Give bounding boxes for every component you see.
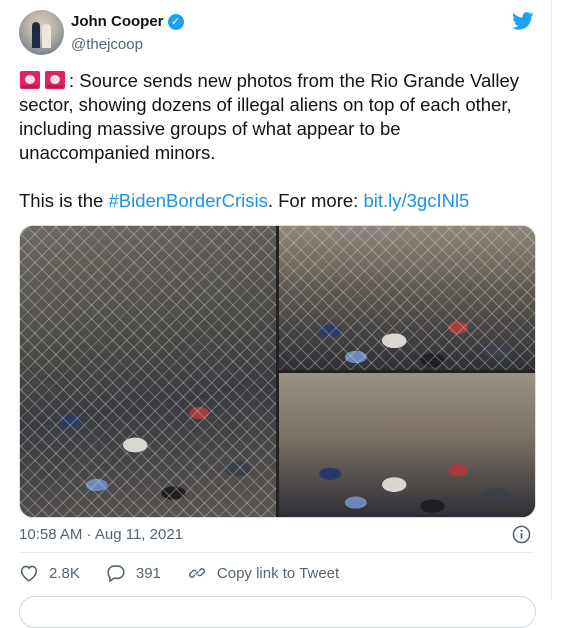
tweet-card: John Cooper ✓ @thejcoop : Source sends n… bbox=[0, 0, 552, 628]
reply-count: 391 bbox=[135, 564, 161, 582]
tweet-header: John Cooper ✓ @thejcoop bbox=[19, 10, 539, 58]
copy-link-label: Copy link to Tweet bbox=[216, 564, 340, 582]
author-handle[interactable]: @thejcoop bbox=[71, 36, 143, 53]
tweet-text: : Source sends new photos from the Rio G… bbox=[19, 69, 529, 213]
like-button[interactable]: 2.8K bbox=[19, 564, 80, 582]
heart-icon bbox=[20, 565, 38, 582]
photo-detention-bottom-right[interactable] bbox=[279, 373, 535, 517]
tweet-text-prefix: This is the bbox=[19, 190, 109, 211]
verified-badge-icon: ✓ bbox=[167, 13, 184, 30]
avatar[interactable] bbox=[19, 10, 64, 55]
tweet-text-body: : Source sends new photos from the Rio G… bbox=[19, 70, 520, 163]
author-display-name[interactable]: John Cooper bbox=[71, 13, 164, 30]
tweet-paragraph-1: : Source sends new photos from the Rio G… bbox=[19, 69, 529, 165]
link-icon bbox=[188, 568, 205, 578]
tweet-paragraph-2: This is the #BidenBorderCrisis. For more… bbox=[19, 189, 529, 213]
divider bbox=[19, 552, 534, 553]
media-grid bbox=[19, 225, 536, 518]
hashtag-link[interactable]: #BidenBorderCrisis bbox=[108, 190, 267, 211]
like-count: 2.8K bbox=[49, 564, 80, 582]
short-url-link[interactable]: bit.ly/3gcINl5 bbox=[363, 190, 469, 211]
tweet-text-mid: . For more: bbox=[267, 190, 364, 211]
reply-bubble-icon bbox=[107, 565, 125, 582]
reply-button[interactable]: 391 bbox=[106, 564, 161, 582]
author-name-row[interactable]: John Cooper ✓ bbox=[71, 13, 184, 30]
info-icon[interactable] bbox=[512, 525, 531, 544]
twitter-bird-icon[interactable] bbox=[511, 10, 535, 32]
photo-detention-top-right[interactable] bbox=[279, 226, 535, 370]
police-siren-icon bbox=[20, 71, 40, 89]
tweet-actions: 2.8K 391 Copy link to Tweet bbox=[19, 564, 365, 582]
tweet-timestamp[interactable]: 10:58 AM · Aug 11, 2021 bbox=[19, 526, 183, 543]
police-siren-icon bbox=[45, 71, 65, 89]
photo-detention-fence-left[interactable] bbox=[20, 226, 276, 517]
copy-link-button[interactable]: Copy link to Tweet bbox=[187, 564, 339, 582]
